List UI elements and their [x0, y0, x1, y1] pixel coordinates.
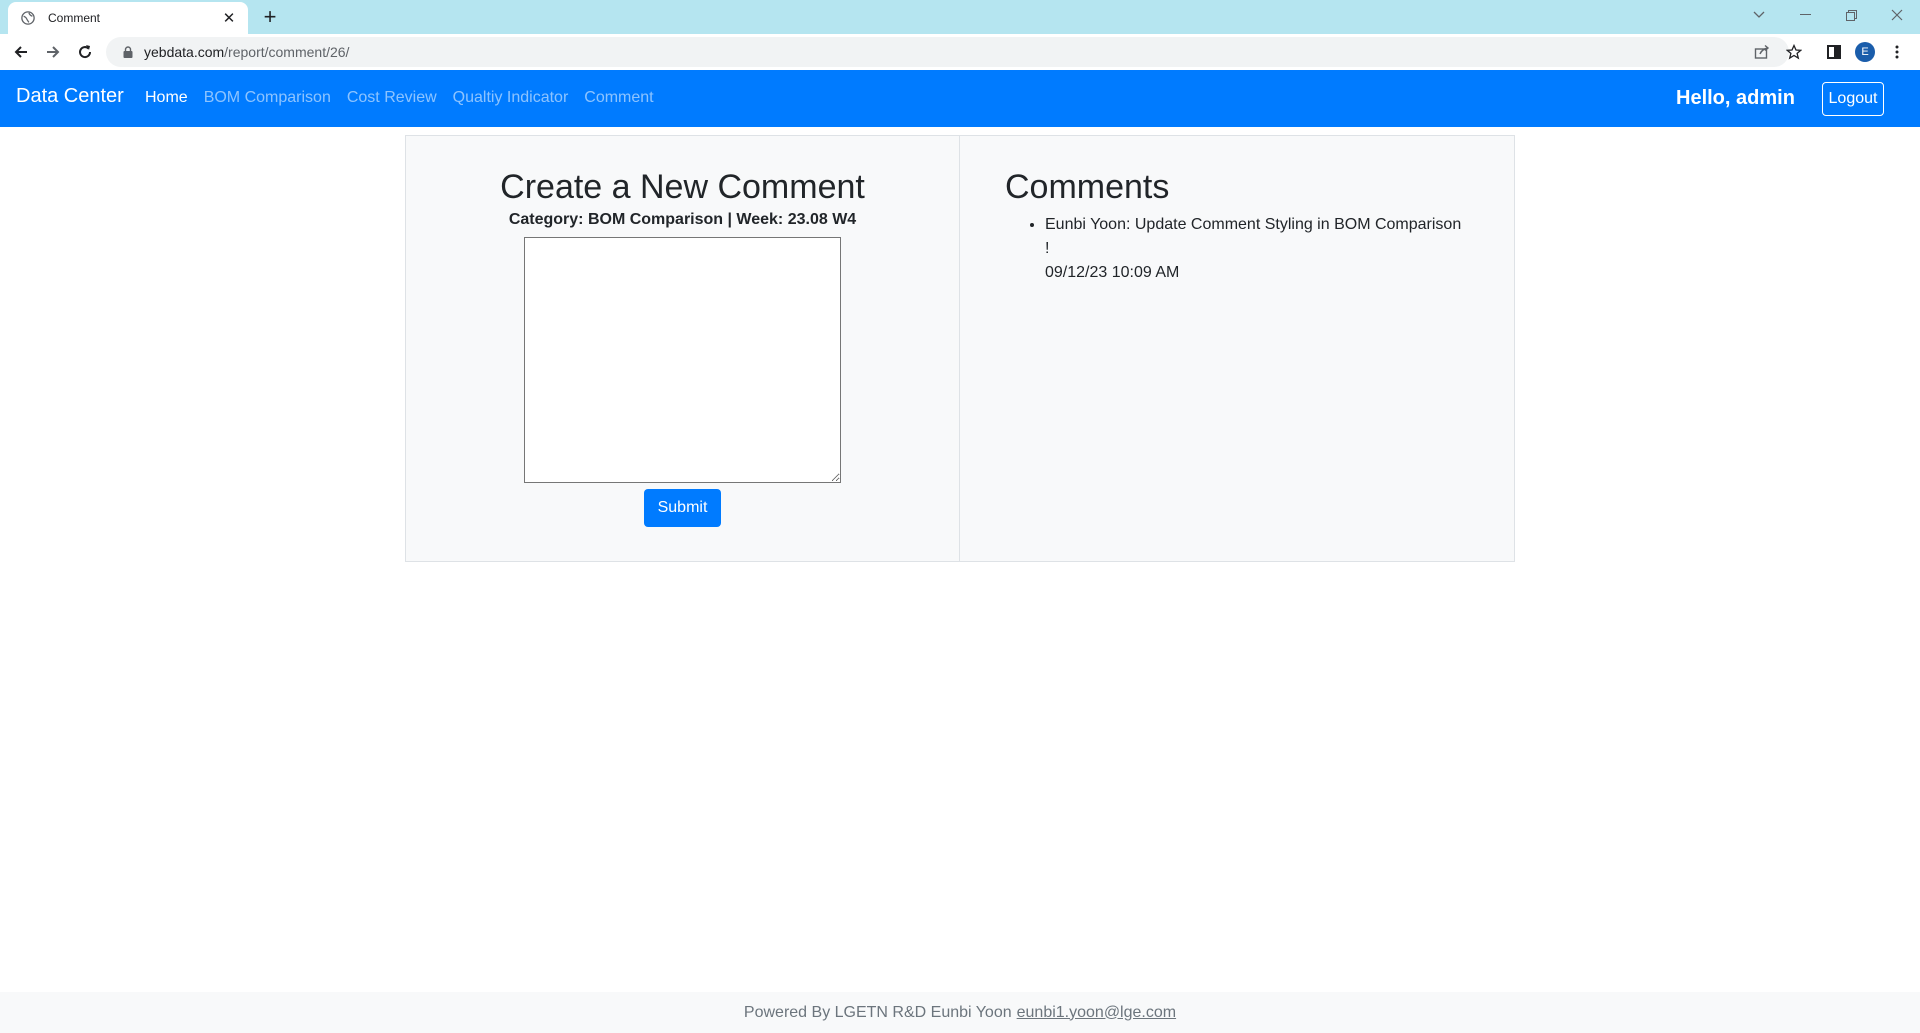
- side-panel-icon[interactable]: [1821, 39, 1847, 65]
- close-window-icon[interactable]: [1874, 0, 1920, 30]
- comment-author: Eunbi Yoon: [1045, 215, 1126, 233]
- nav-link-home[interactable]: Home: [145, 89, 188, 107]
- create-comment-panel: Create a New Comment Category: BOM Compa…: [405, 135, 960, 562]
- comments-title: Comments: [1005, 168, 1170, 206]
- nav-link-comment[interactable]: Comment: [584, 89, 653, 107]
- browser-toolbar: yebdata.com/report/comment/26/ E: [0, 34, 1920, 70]
- footer: Powered By LGETN R&D Eunbi Yoon eunbi1.y…: [0, 992, 1920, 1033]
- submit-button[interactable]: Submit: [644, 488, 721, 527]
- restore-window-icon[interactable]: [1828, 0, 1874, 30]
- nav-link-bom-comparison[interactable]: BOM Comparison: [204, 89, 331, 107]
- comments-panel: Comments Eunbi Yoon: Update Comment Styl…: [960, 135, 1515, 562]
- browser-tab-strip: Comment ✕ +: [0, 0, 1920, 34]
- main-container: Create a New Comment Category: BOM Compa…: [405, 135, 1515, 562]
- address-bar[interactable]: yebdata.com/report/comment/26/: [106, 37, 1789, 67]
- browser-tab[interactable]: Comment ✕: [8, 2, 248, 34]
- back-arrow-icon[interactable]: [8, 39, 34, 65]
- footer-credit: Powered By LGETN R&D Eunbi Yoon: [743, 1003, 1012, 1021]
- url-host: yebdata.com: [144, 44, 225, 60]
- profile-avatar[interactable]: E: [1852, 39, 1878, 65]
- greeting: Hello, admin: [1676, 87, 1795, 109]
- nav-link-quality-indicator[interactable]: Qualtiy Indicator: [453, 89, 569, 107]
- share-icon[interactable]: [1749, 39, 1775, 65]
- category-week-info: Category: BOM Comparison | Week: 23.08 W…: [508, 210, 857, 228]
- comment-list: Eunbi Yoon: Update Comment Styling in BO…: [1005, 213, 1514, 285]
- forward-arrow-icon[interactable]: [40, 39, 66, 65]
- kebab-menu-icon[interactable]: [1884, 39, 1910, 65]
- create-comment-title: Create a New Comment: [500, 168, 865, 206]
- lock-icon[interactable]: [122, 45, 134, 59]
- new-tab-button[interactable]: +: [258, 5, 282, 29]
- app-navbar: Data Center Home BOM Comparison Cost Rev…: [0, 70, 1920, 127]
- tab-search-icon[interactable]: [1736, 0, 1782, 30]
- comment-timestamp: 09/12/23 10:09 AM: [1045, 263, 1180, 281]
- close-tab-icon[interactable]: ✕: [220, 9, 238, 27]
- url-text: yebdata.com/report/comment/26/: [144, 44, 349, 60]
- footer-email-link[interactable]: eunbi1.yoon@lge.com: [1017, 1004, 1176, 1022]
- reload-icon[interactable]: [72, 39, 98, 65]
- nav-link-cost-review[interactable]: Cost Review: [347, 89, 437, 107]
- globe-icon: [20, 10, 36, 26]
- profile-initial: E: [1855, 42, 1875, 62]
- bookmark-star-icon[interactable]: [1781, 39, 1807, 65]
- tab-title: Comment: [48, 11, 101, 25]
- minimize-window-icon[interactable]: [1782, 0, 1828, 30]
- logout-button[interactable]: Logout: [1822, 82, 1884, 116]
- comment-textarea[interactable]: [524, 236, 841, 483]
- nav-links: Home BOM Comparison Cost Review Qualtiy …: [145, 89, 654, 107]
- brand-link[interactable]: Data Center: [16, 85, 124, 108]
- url-path: /report/comment/26/: [224, 44, 350, 60]
- list-item: Eunbi Yoon: Update Comment Styling in BO…: [1045, 213, 1465, 285]
